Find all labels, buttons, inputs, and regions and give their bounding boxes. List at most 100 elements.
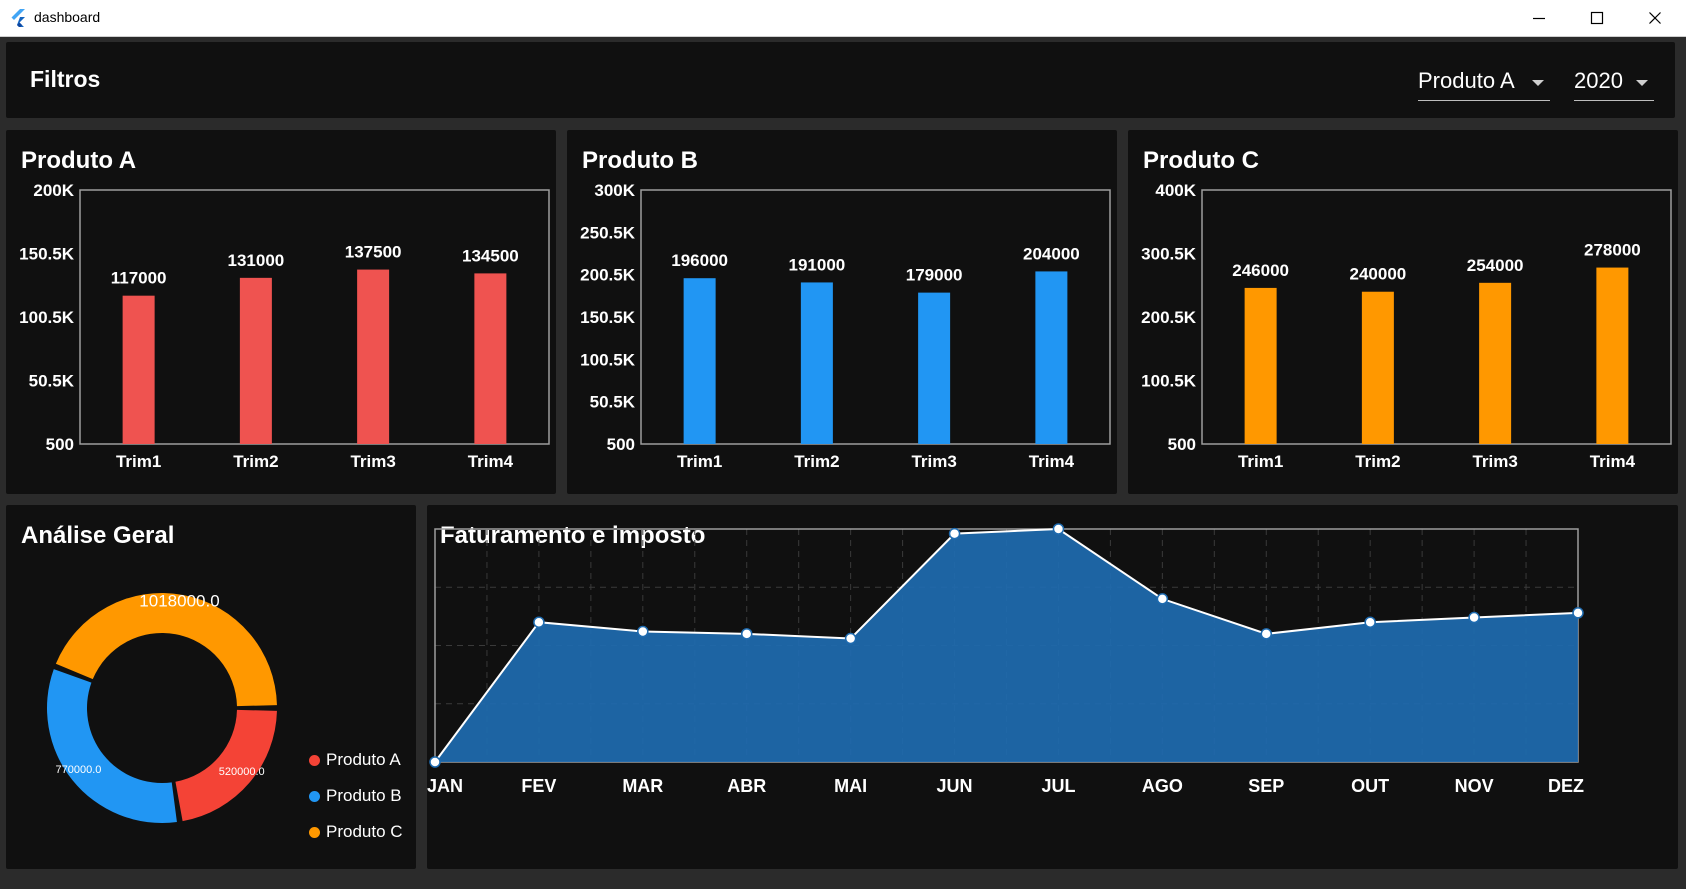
data-label: 278000 — [1584, 241, 1641, 260]
bar — [1244, 287, 1277, 444]
data-label: 254000 — [1467, 256, 1524, 275]
faturamento-panel: Faturamento e imposto JAN FEV MAR ABR MAI JUN… — [427, 505, 1678, 869]
product-dropdown[interactable]: Produto A — [1418, 68, 1550, 101]
x-tick-label: Trim1 — [1238, 452, 1283, 471]
maximize-button[interactable] — [1568, 0, 1626, 36]
legend-label: Produto C — [326, 822, 403, 841]
x-tick-label: Trim4 — [1590, 452, 1636, 471]
slice-label: 1018000.0 — [139, 592, 219, 611]
data-label: 117000 — [111, 269, 167, 288]
x-tick-label: Trim2 — [233, 452, 278, 471]
data-point — [1156, 593, 1169, 605]
x-tick-label: Trim3 — [1472, 452, 1517, 471]
data-point — [1364, 616, 1376, 628]
produto-a-panel: Produto A 500 50.5K 100.5K 150.5K 200K 117000… — [6, 130, 556, 494]
data-label: 134500 — [462, 246, 519, 265]
bar — [239, 277, 272, 444]
filters-panel: Filtros Produto A 2020 — [6, 42, 1675, 118]
x-tick-label: Trim3 — [350, 452, 395, 471]
year-dropdown[interactable]: 2020 — [1574, 68, 1654, 101]
produto-c-bar-chart: 500 100.5K 200.5K 300.5K 400K 246000 Trim1 2400… — [1141, 181, 1672, 471]
y-tick-label: 300.5K — [1141, 245, 1197, 264]
y-tick-label: 50.5K — [29, 372, 75, 391]
data-point — [429, 756, 441, 768]
data-label: 246000 — [1232, 261, 1289, 280]
maximize-icon — [1590, 11, 1604, 25]
slice-label: 770000.0 — [56, 764, 102, 776]
legend-label: Produto B — [326, 786, 402, 805]
x-tick-label: NOV — [1455, 776, 1494, 796]
y-tick-label: 150.5K — [19, 245, 75, 264]
data-point — [1468, 611, 1480, 624]
x-tick-label: SEP — [1248, 776, 1284, 796]
bar — [1479, 282, 1512, 444]
filters-title: Filtros — [30, 66, 101, 92]
data-point — [1052, 523, 1065, 535]
x-tick-label: JUL — [1041, 776, 1075, 796]
data-point — [1260, 628, 1273, 640]
y-tick-label: 100.5K — [19, 308, 75, 327]
bar — [918, 292, 951, 444]
bar — [1596, 267, 1629, 444]
legend-item: Produto C — [309, 822, 403, 842]
y-tick-label: 200.5K — [580, 266, 636, 285]
donut-slice — [47, 669, 177, 823]
close-button[interactable] — [1626, 0, 1684, 36]
chevron-down-icon — [1636, 80, 1648, 86]
produto-b-bar-chart: 500 50.5K 100.5K 150.5K 200.5K 250.5K 300K 1960… — [580, 181, 1111, 471]
y-tick-label: 250.5K — [580, 223, 636, 242]
bar — [357, 269, 390, 444]
legend-item: Produto A — [309, 750, 401, 770]
close-icon — [1649, 12, 1661, 24]
y-tick-label: 500 — [1168, 435, 1196, 454]
data-point — [948, 527, 961, 540]
y-tick-label: 100.5K — [580, 350, 636, 369]
x-tick-label: OUT — [1351, 776, 1389, 796]
bar — [683, 278, 716, 444]
data-label: 240000 — [1350, 265, 1407, 284]
minimize-icon — [1533, 17, 1545, 20]
analise-geral-panel: Análise Geral 520000.0 770000.0 1018000.0 … — [6, 505, 416, 869]
bar — [474, 273, 507, 444]
data-label: 179000 — [906, 266, 963, 285]
x-tick-label: FEV — [521, 776, 556, 796]
y-tick-label: 50.5K — [590, 393, 636, 412]
product-dropdown-value: Produto A — [1418, 68, 1515, 93]
y-tick-label: 300K — [594, 181, 635, 200]
legend-item: Produto B — [309, 786, 402, 806]
produto-b-panel: Produto B 500 50.5K 100.5K 150.5K 200.5K 250.… — [567, 130, 1117, 494]
chevron-down-icon — [1532, 80, 1544, 86]
x-tick-label: Trim4 — [1029, 452, 1075, 471]
faturamento-area-chart: JAN FEV MAR ABR MAI JUN JUL AGO SEP OUT NOV DEZ — [427, 523, 1584, 796]
area-fill — [435, 529, 1578, 762]
x-tick-label: Trim2 — [1355, 452, 1400, 471]
legend-dot — [309, 826, 320, 838]
year-dropdown-value: 2020 — [1574, 68, 1623, 93]
y-tick-label: 150.5K — [580, 308, 636, 327]
x-tick-label: ABR — [727, 776, 766, 796]
y-tick-label: 500 — [607, 435, 635, 454]
x-tick-label: MAI — [834, 776, 867, 796]
data-point — [844, 632, 857, 645]
y-tick-label: 100.5K — [1141, 372, 1197, 391]
x-tick-label: Trim1 — [116, 452, 161, 471]
produto-a-bar-chart: 500 50.5K 100.5K 150.5K 200K 117000 Trim1 13100… — [19, 181, 550, 471]
window-title: dashboard — [34, 9, 101, 25]
x-tick-label: Trim4 — [468, 452, 514, 471]
x-tick-label: JUN — [937, 776, 973, 796]
data-label: 191000 — [789, 255, 846, 274]
data-label: 137500 — [345, 243, 402, 262]
x-tick-label: Trim1 — [677, 452, 722, 471]
x-tick-label: JAN — [427, 776, 463, 796]
bar — [1035, 271, 1068, 444]
x-tick-label: Trim3 — [911, 452, 956, 471]
produto-c-panel: Produto C 500 100.5K 200.5K 300.5K 400K 24600… — [1128, 130, 1678, 494]
bar — [1361, 291, 1394, 444]
data-point — [533, 616, 545, 628]
legend-label: Produto A — [326, 750, 401, 769]
window-titlebar: dashboard — [0, 0, 1686, 37]
minimize-button[interactable] — [1510, 0, 1568, 36]
analise-geral-donut-chart: 520000.0 770000.0 1018000.0 — [47, 592, 277, 823]
legend-dot — [309, 790, 320, 802]
data-point — [1572, 607, 1584, 619]
